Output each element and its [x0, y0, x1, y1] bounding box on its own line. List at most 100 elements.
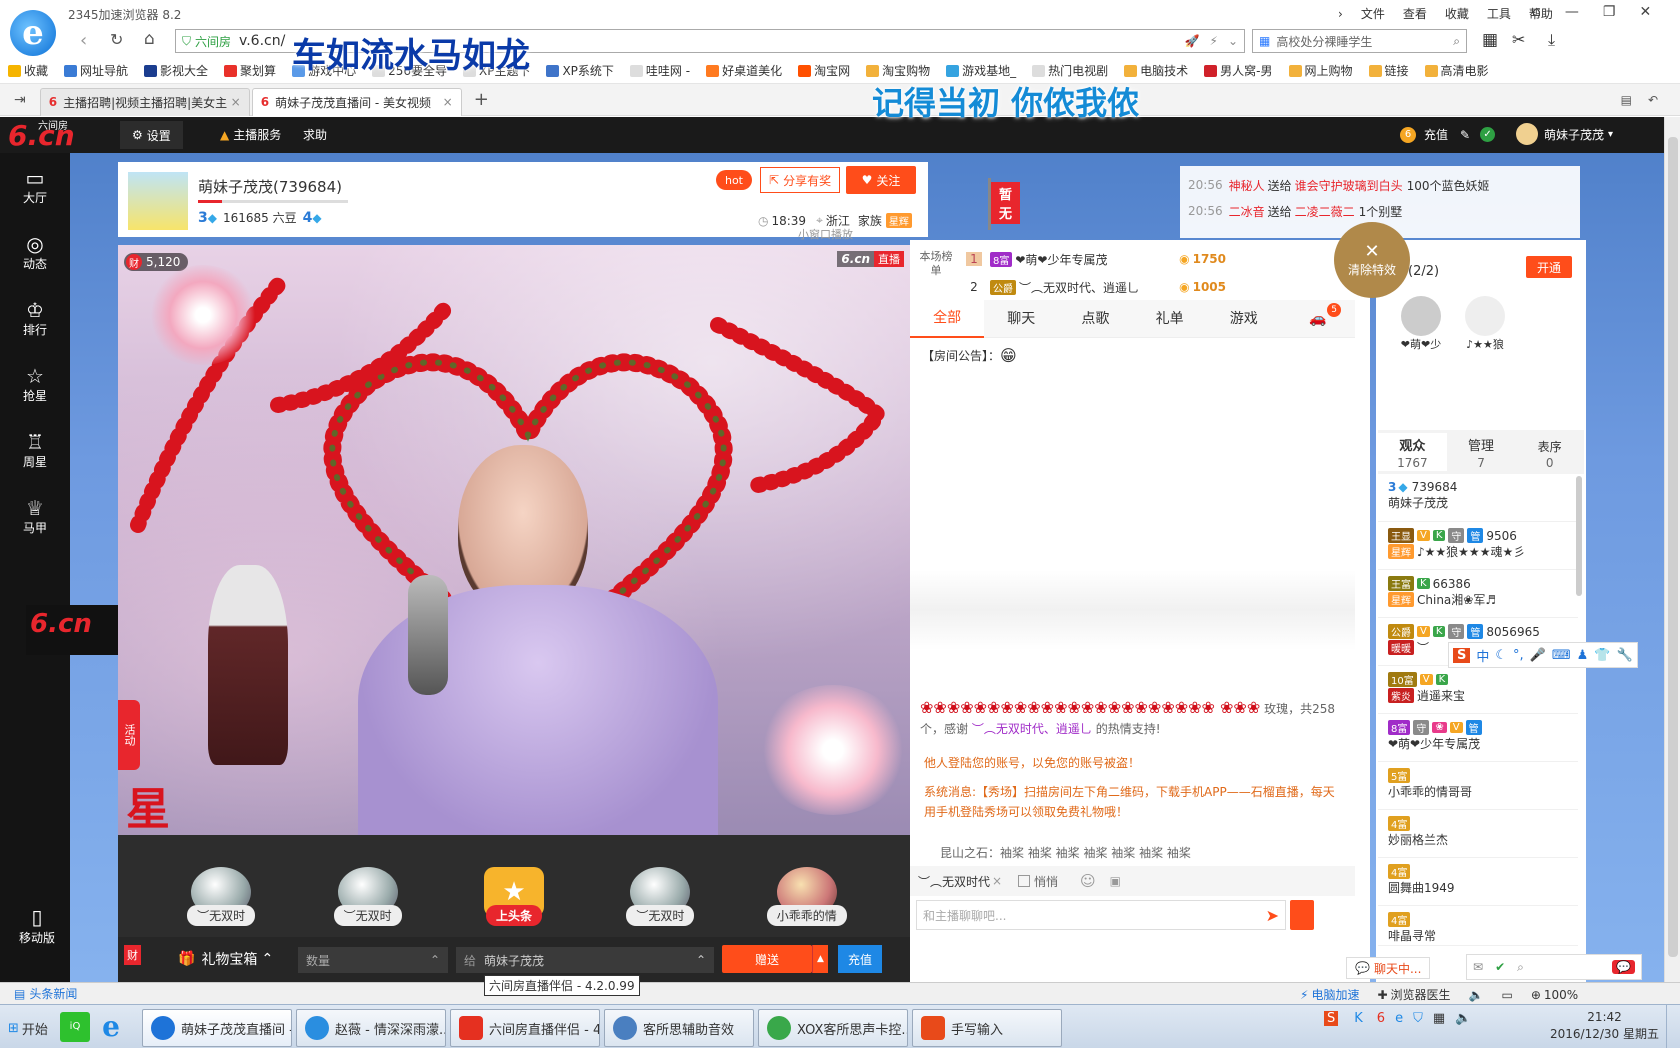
chat-input[interactable]: 和主播聊聊吧... ➤ [916, 900, 1286, 930]
bookmark-item[interactable]: 收藏 [8, 62, 48, 79]
bookmark-item[interactable]: 男人窝-男 [1204, 62, 1273, 79]
undo-icon[interactable]: ↶ [1648, 93, 1658, 107]
taskbar-item[interactable]: 手写输入 [912, 1009, 1062, 1047]
wealth-side-icon[interactable]: 财 [124, 945, 141, 965]
recipient-select[interactable]: 给 萌妹子茂茂 ⌃ [456, 947, 714, 973]
wrench-icon[interactable]: 🔧 [1616, 648, 1632, 663]
tray-6cn-icon[interactable]: 6 [1377, 1011, 1385, 1026]
open-guard-button[interactable]: 开通 [1526, 256, 1572, 278]
family-badge[interactable]: 星辉 [885, 213, 912, 228]
sogou-icon[interactable]: S [1453, 647, 1471, 663]
tray-e-icon[interactable]: e [1395, 1011, 1403, 1026]
punct-icon[interactable]: °, [1513, 648, 1524, 663]
search-input[interactable]: ▦ 高校处分裸睡学生 ⌕ [1252, 29, 1467, 53]
taskbar-item[interactable]: 萌妹子茂茂直播间 -... [142, 1009, 292, 1047]
audience-scrollbar[interactable] [1576, 476, 1582, 596]
tab-games[interactable]: 游戏 [1207, 301, 1281, 337]
accel-link[interactable]: 电脑加速 [1311, 986, 1359, 1003]
sidebar-toggle-icon[interactable]: ⇥ [14, 92, 26, 108]
new-tab-icon[interactable]: + [474, 89, 489, 110]
gift-recharge-button[interactable]: 充值 [838, 945, 882, 973]
search-engine-icon[interactable]: ▦ [1259, 34, 1270, 48]
car-icon[interactable]: 🚗 5 [1281, 301, 1355, 337]
tab-close-icon[interactable]: × [231, 95, 241, 109]
recharge-link[interactable]: 6 充值 ✎ ✓ [1400, 126, 1496, 143]
dropdown-chevron-icon[interactable]: ⌄ [1228, 34, 1238, 48]
send-paper-plane-icon[interactable]: ➤ [1266, 906, 1279, 925]
list-item[interactable]: 4富 啡晶寻常 [1378, 906, 1578, 946]
download-icon[interactable]: ⤓ [1548, 30, 1555, 50]
guard-member[interactable]: ❤萌❤少 [1396, 296, 1446, 352]
taskbar-item[interactable]: 客所思辅助音效 [604, 1009, 754, 1047]
gift-slot[interactable]: 小乖乖的情 [757, 846, 857, 926]
taskbar-item[interactable]: 六间房直播伴侣 - 4... [450, 1009, 600, 1047]
ie-icon[interactable]: e [96, 1010, 126, 1043]
user-icon[interactable]: ♟ [1577, 648, 1589, 663]
minimize-icon[interactable]: — [1565, 4, 1579, 20]
message-icon[interactable]: 💬 [1612, 960, 1635, 974]
tray-shield-icon[interactable]: ⛉ [1413, 1011, 1423, 1026]
bookmark-item[interactable]: 淘宝购物 [866, 62, 930, 79]
news-link[interactable]: 头条新闻 [29, 985, 77, 1002]
moon-icon[interactable]: ☾ [1495, 648, 1507, 663]
ranking-row[interactable]: 1 8富 ❤萌❤少年专属茂 ◉ 1750 [966, 248, 1226, 270]
home-icon[interactable]: ⌂ [144, 29, 155, 49]
sidebar-item-dynamic[interactable]: ◎ 动态 [0, 219, 70, 285]
bookmark-item[interactable]: 聚划算 [224, 62, 276, 79]
tab-all[interactable]: 全部 [910, 299, 985, 338]
sidebar-item-rank[interactable]: ♔ 排行 [0, 285, 70, 351]
headline-gift[interactable]: ★ 上头条 [464, 846, 564, 926]
mic-icon[interactable]: 🎤 [1530, 648, 1546, 663]
refresh-icon[interactable]: ↻ [110, 30, 123, 49]
emoji-icon[interactable]: ☺ [1080, 872, 1096, 890]
tray-k-icon[interactable]: K [1354, 1011, 1363, 1026]
menu-chevron-icon[interactable]: › [1338, 7, 1343, 21]
chat-send-button[interactable] [1290, 900, 1314, 930]
video-player[interactable]: 财 5,120 6.cn 直播 活动 星 [118, 245, 910, 835]
tab-live-room[interactable]: 6 萌妹子茂茂直播间 - 美女视频 × [251, 87, 462, 116]
list-item[interactable]: 5富 小乖乖的情哥哥 [1378, 762, 1578, 810]
list-item[interactable]: 3 ◆ 739684 萌妹子茂茂 [1378, 474, 1578, 522]
chat-target-select[interactable]: ︶︵无双时代 × [918, 873, 1008, 890]
image-icon[interactable]: ▣ [1110, 874, 1121, 888]
bookmark-item[interactable]: 高清电影 [1424, 62, 1489, 79]
guard-member[interactable]: ♪★★狼 [1460, 296, 1510, 352]
ime-chinese-icon[interactable]: 中 [1476, 646, 1489, 665]
zoom-level[interactable]: 100% [1544, 988, 1578, 1002]
bookmark-item[interactable]: 好桌道美化 [706, 62, 782, 79]
tab-close-icon[interactable]: × [443, 95, 453, 109]
tab-order[interactable]: 表序 0 [1515, 433, 1584, 471]
send-gift-button[interactable]: 赠送 [722, 945, 812, 973]
small-window-link[interactable]: 小窗口播放 [798, 226, 853, 242]
ranking-row[interactable]: 2 公爵 ︶︵无双时代、逍遥乚 ◉ 1005 [966, 276, 1226, 298]
menu-tools[interactable]: 工具 [1487, 5, 1511, 22]
skin-icon[interactable]: 👕 [1594, 648, 1610, 663]
sidebar-item-hall[interactable]: ▭ 大厅 [0, 153, 70, 219]
start-button[interactable]: ⊞ 开始 [4, 1009, 50, 1047]
clock[interactable]: 21:42 2016/12/30 星期五 [1550, 1009, 1659, 1043]
bookmark-item[interactable]: 网上购物 [1288, 62, 1353, 79]
list-item[interactable]: 4富 圆舞曲1949 [1378, 858, 1578, 906]
sidebar-item-week-star[interactable]: ♖ 周星 [0, 417, 70, 483]
tab-audience[interactable]: 观众 1767 [1378, 433, 1447, 471]
search-icon[interactable]: ⌕ [1517, 960, 1524, 975]
skin-icon[interactable]: ⌂ [1532, 4, 1541, 20]
iqiyi-icon[interactable]: iQ [60, 1011, 90, 1042]
follow-button[interactable]: ♥ 关注 [846, 166, 916, 194]
treasure-box-button[interactable]: 🎁 礼物宝箱 ⌃ [178, 949, 273, 969]
scroll-thumb[interactable] [1668, 137, 1678, 957]
edit-icon[interactable]: ✎ [1460, 128, 1470, 142]
search-icon[interactable]: ⌕ [1453, 34, 1460, 49]
tab-chat[interactable]: 聊天 [984, 301, 1058, 337]
anchor-avatar[interactable] [128, 172, 188, 230]
bookmark-item[interactable]: 游戏基地_ [946, 62, 1016, 79]
window-icon[interactable]: ▭ [1501, 988, 1512, 1002]
gift-slot[interactable]: ︶无双时 [610, 846, 710, 926]
bookmark-item[interactable]: 热门电视剧 [1032, 62, 1108, 79]
scissors-icon[interactable]: ✂ [1512, 30, 1525, 49]
tab-managers[interactable]: 管理 7 [1447, 433, 1516, 471]
clear-effects-button[interactable]: ✕ 清除特效 [1334, 222, 1410, 298]
list-item[interactable]: 王富 K 66386 星辉 China湘❀军♬ [1378, 570, 1578, 618]
activity-tab[interactable]: 活动 [118, 700, 140, 770]
close-icon[interactable]: ✕ [1639, 4, 1651, 20]
